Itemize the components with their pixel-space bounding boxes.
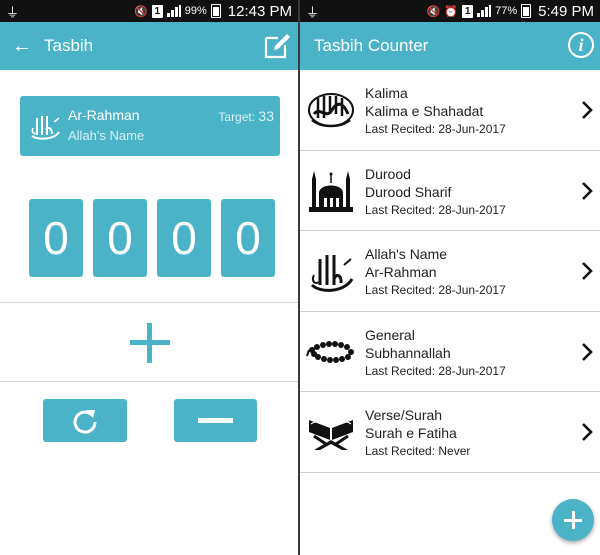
item-category: Allah's Name — [365, 246, 448, 262]
refresh-icon — [73, 410, 97, 434]
page-title: Tasbih — [44, 36, 94, 55]
counter-digit: 0 — [157, 199, 211, 277]
item-last-recited: Last Recited: Never — [365, 444, 471, 458]
allah-calligraphy-icon — [31, 116, 60, 140]
item-name: Ar-Rahman — [365, 264, 437, 280]
add-zikr-button[interactable] — [552, 499, 594, 541]
usb-icon: ⏚ — [306, 4, 320, 20]
chevron-right-icon — [582, 181, 593, 200]
app-bar: Tasbih Counter i — [300, 22, 600, 70]
mute-icon: 🔇 — [426, 5, 441, 18]
item-last-recited: Last Recited: 28-Jun-2017 — [365, 283, 506, 297]
item-name: Kalima e Shahadat — [365, 103, 484, 119]
counter-display: 0 0 0 0 — [29, 199, 275, 277]
battery-icon — [521, 4, 532, 18]
counter-digit: 0 — [29, 199, 83, 277]
chevron-right-icon — [582, 262, 593, 280]
chevron-right-icon — [582, 101, 593, 119]
decrement-button[interactable] — [174, 399, 257, 442]
item-category: Verse/Surah — [365, 407, 443, 423]
item-last-recited: Last Recited: 28-Jun-2017 — [365, 363, 506, 378]
target-label: Target: — [218, 110, 256, 124]
list-item[interactable]: General Subhannallah Last Recited: 28-Ju… — [300, 312, 600, 392]
minus-icon — [198, 418, 233, 423]
chevron-right-icon — [582, 342, 593, 361]
sim-icon: 1 — [151, 4, 163, 18]
allah-calligraphy-icon — [310, 255, 354, 292]
edit-icon[interactable] — [262, 31, 292, 61]
signal-icon — [477, 5, 492, 17]
mute-icon: 🔇 — [134, 5, 148, 18]
app-bar: ← Tasbih — [0, 22, 298, 70]
target-count: Target: 33 — [218, 108, 274, 124]
page-title: Tasbih Counter — [314, 36, 429, 55]
battery-percent: 77% — [495, 5, 518, 17]
status-bar: ⏚ 🔇 1 99% 12:43 PM — [0, 0, 298, 22]
status-time: 5:49 PM — [538, 2, 594, 20]
item-category: General — [365, 326, 415, 343]
alarm-icon: ⏰ — [444, 5, 459, 18]
counter-digit: 0 — [221, 199, 275, 277]
zikr-name: Ar-Rahman — [68, 107, 140, 123]
item-name: Surah e Fatiha — [365, 425, 457, 441]
usb-icon: ⏚ — [6, 4, 20, 20]
item-name: Durood Sharif — [365, 183, 452, 200]
item-last-recited: Last Recited: 28-Jun-2017 — [365, 202, 506, 217]
prayer-beads-icon — [306, 340, 354, 363]
mosque-icon — [309, 170, 353, 212]
quran-stand-icon — [309, 420, 353, 450]
item-name: Subhannallah — [365, 344, 451, 361]
list-item[interactable]: Verse/Surah Surah e Fatiha Last Recited:… — [300, 392, 600, 473]
list-item[interactable]: Allah's Name Ar-Rahman Last Recited: 28-… — [300, 231, 600, 312]
reset-button[interactable] — [43, 399, 127, 442]
selected-zikr-card[interactable]: Ar-Rahman Allah's Name Target: 33 — [20, 96, 280, 156]
zikr-list: Kalima Kalima e Shahadat Last Recited: 2… — [300, 70, 600, 473]
item-category: Durood — [365, 165, 411, 182]
battery-icon — [210, 4, 221, 18]
divider — [0, 302, 298, 303]
info-icon[interactable]: i — [568, 32, 594, 58]
back-arrow-icon[interactable]: ← — [0, 35, 44, 58]
target-value: 33 — [258, 108, 274, 124]
counter-digit: 0 — [93, 199, 147, 277]
tasbih-screen: ⏚ 🔇 1 99% 12:43 PM ← Tasbih Ar-Rahman Al… — [0, 0, 300, 555]
item-category: Kalima — [365, 85, 408, 101]
status-time: 12:43 PM — [227, 2, 292, 20]
divider — [0, 381, 298, 382]
zikr-category: Allah's Name — [68, 128, 145, 143]
item-last-recited: Last Recited: 28-Jun-2017 — [365, 122, 506, 136]
list-item[interactable]: Durood Durood Sharif Last Recited: 28-Ju… — [300, 151, 600, 231]
signal-icon — [166, 5, 181, 17]
kalima-calligraphy-icon — [308, 93, 354, 128]
tasbih-counter-screen: ⏚ 🔇 ⏰ 1 77% 5:49 PM Tasbih Counter i Kal… — [300, 0, 600, 555]
list-item[interactable]: Kalima Kalima e Shahadat Last Recited: 2… — [300, 70, 600, 151]
chevron-right-icon — [582, 423, 593, 441]
status-bar: ⏚ 🔇 ⏰ 1 77% 5:49 PM — [300, 0, 600, 22]
sim-icon: 1 — [462, 4, 474, 18]
increment-button[interactable] — [130, 323, 170, 363]
battery-percent: 99% — [184, 5, 207, 17]
